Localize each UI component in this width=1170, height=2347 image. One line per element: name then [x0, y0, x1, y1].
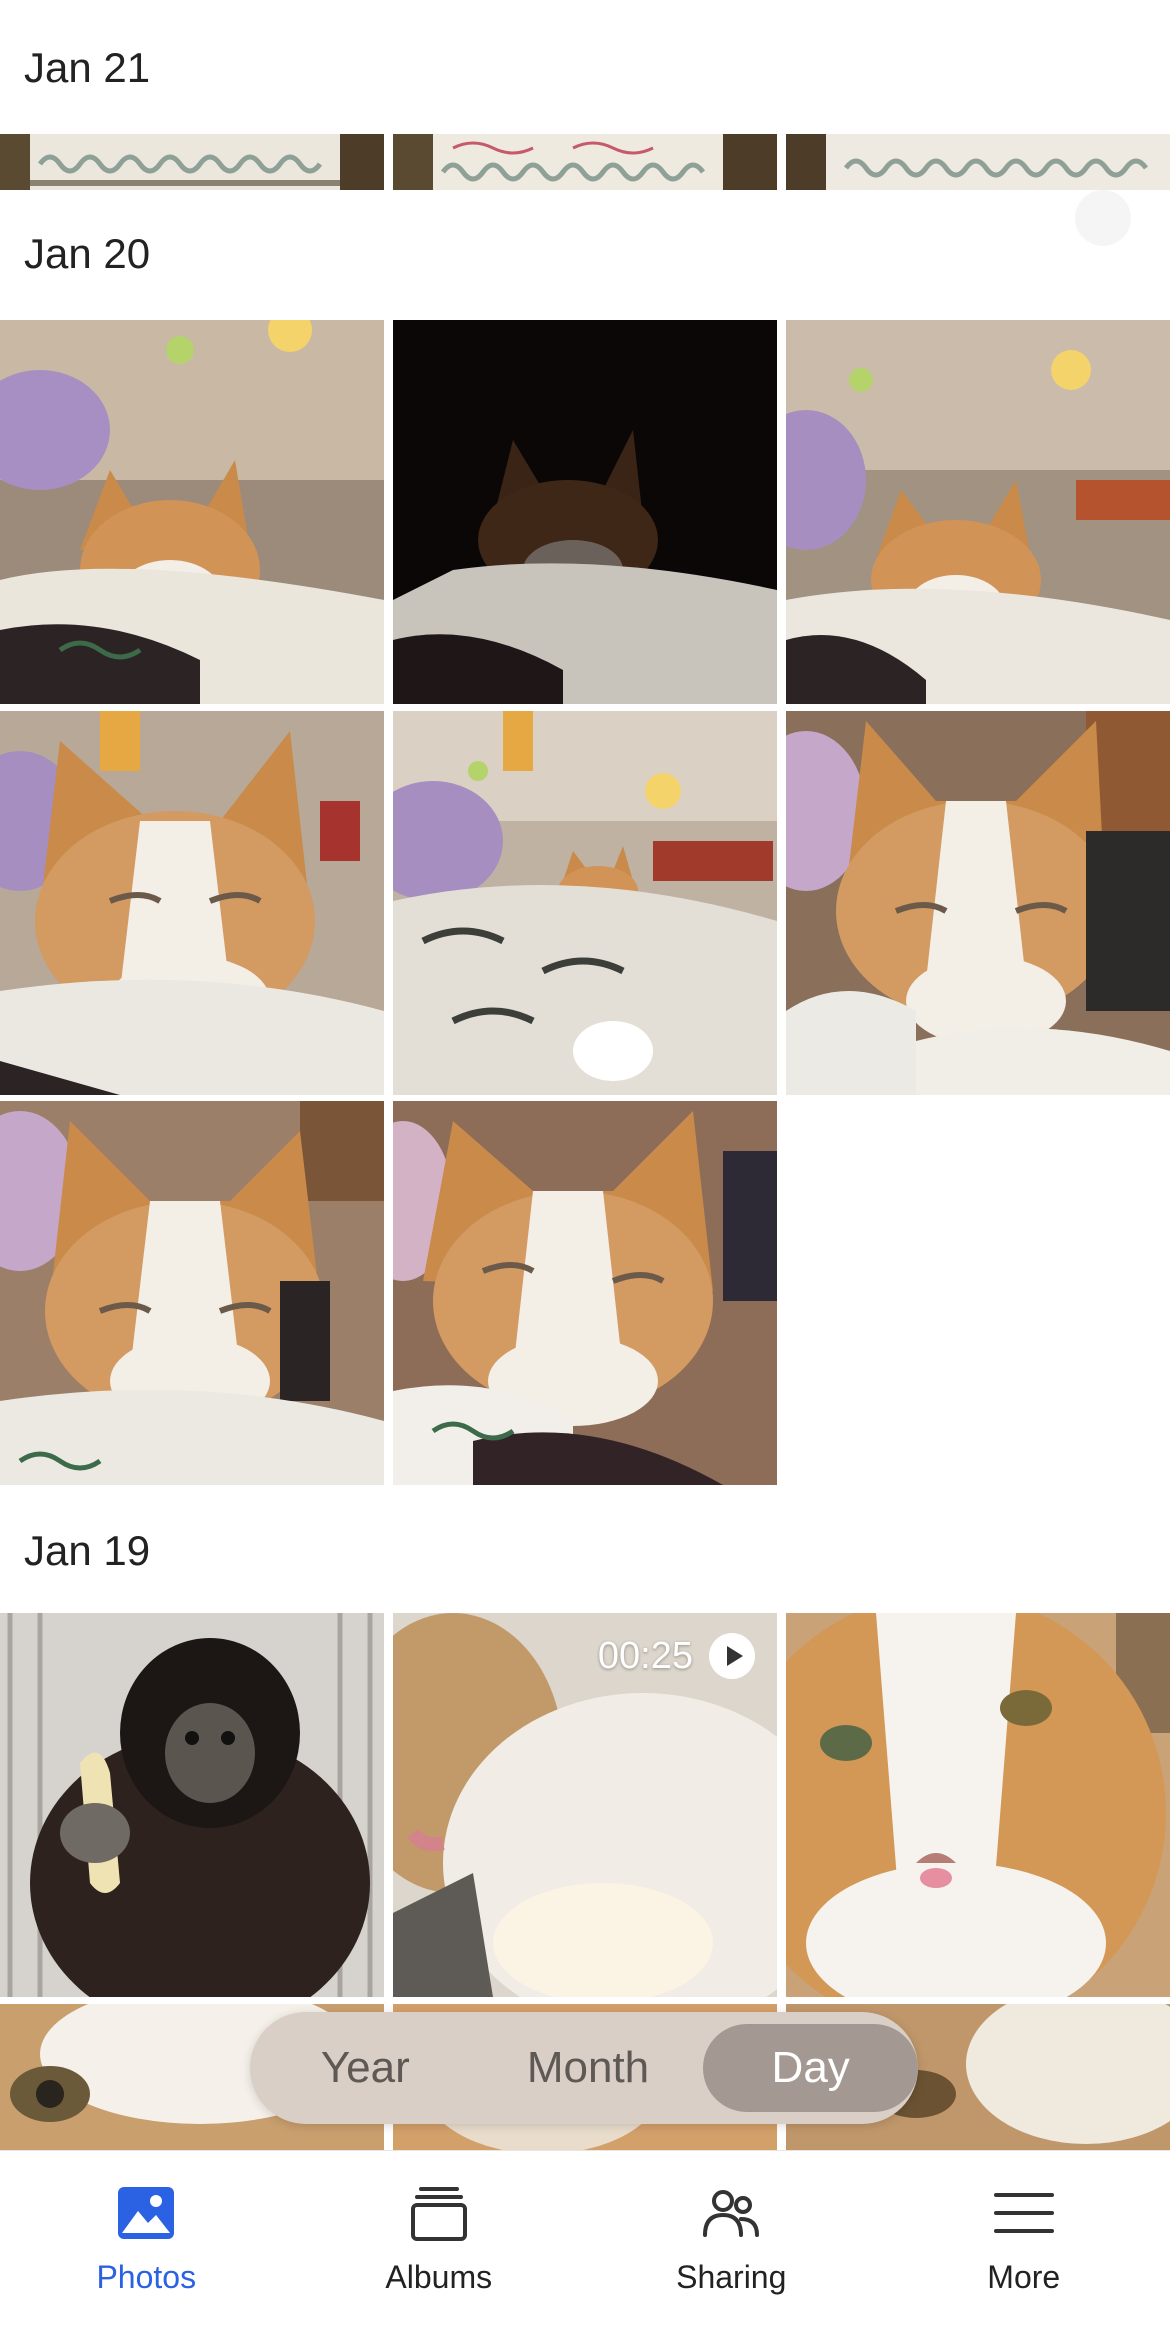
- tab-albums[interactable]: Albums: [293, 2151, 586, 2347]
- photo-thumbnail[interactable]: [393, 134, 777, 190]
- section-date: Jan 20: [24, 230, 150, 278]
- tab-label: Albums: [385, 2259, 492, 2296]
- photo-thumbnail[interactable]: [0, 320, 384, 704]
- menu-icon: [992, 2181, 1056, 2245]
- photo-thumbnail[interactable]: [786, 711, 1170, 1095]
- photo-thumbnail[interactable]: [393, 711, 777, 1095]
- video-duration-badge: 00:25: [598, 1633, 755, 1679]
- tab-sharing[interactable]: Sharing: [585, 2151, 878, 2347]
- tab-label: Photos: [96, 2259, 196, 2296]
- view-day-button[interactable]: Day: [703, 2024, 918, 2112]
- view-year-button[interactable]: Year: [258, 2024, 473, 2112]
- bottom-tab-bar: Photos Albums Sharing More: [0, 2150, 1170, 2347]
- section-date: Jan 19: [24, 1527, 150, 1575]
- photo-thumbnail[interactable]: [0, 1101, 384, 1485]
- video-thumbnail[interactable]: 00:25: [393, 1613, 777, 1997]
- view-month-button[interactable]: Month: [481, 2024, 696, 2112]
- photos-icon: [114, 2181, 178, 2245]
- tab-photos[interactable]: Photos: [0, 2151, 293, 2347]
- select-circle-icon[interactable]: [1075, 190, 1131, 246]
- photo-thumbnail[interactable]: [393, 320, 777, 704]
- tab-label: Sharing: [676, 2259, 786, 2296]
- photo-thumbnail[interactable]: [786, 320, 1170, 704]
- photo-thumbnail[interactable]: [0, 711, 384, 1095]
- tab-label: More: [987, 2259, 1060, 2296]
- view-switcher: Year Month Day: [250, 2012, 918, 2124]
- tab-more[interactable]: More: [878, 2151, 1170, 2347]
- photo-thumbnail[interactable]: [393, 1101, 777, 1485]
- section-date: Jan 21: [24, 44, 150, 92]
- albums-icon: [407, 2181, 471, 2245]
- photo-thumbnail[interactable]: [0, 134, 384, 190]
- photo-thumbnail[interactable]: [0, 1613, 384, 1997]
- photo-thumbnail[interactable]: [786, 1613, 1170, 1997]
- sharing-icon: [699, 2181, 763, 2245]
- play-icon: [709, 1633, 755, 1679]
- photo-thumbnail[interactable]: [786, 134, 1170, 190]
- video-duration: 00:25: [598, 1635, 693, 1678]
